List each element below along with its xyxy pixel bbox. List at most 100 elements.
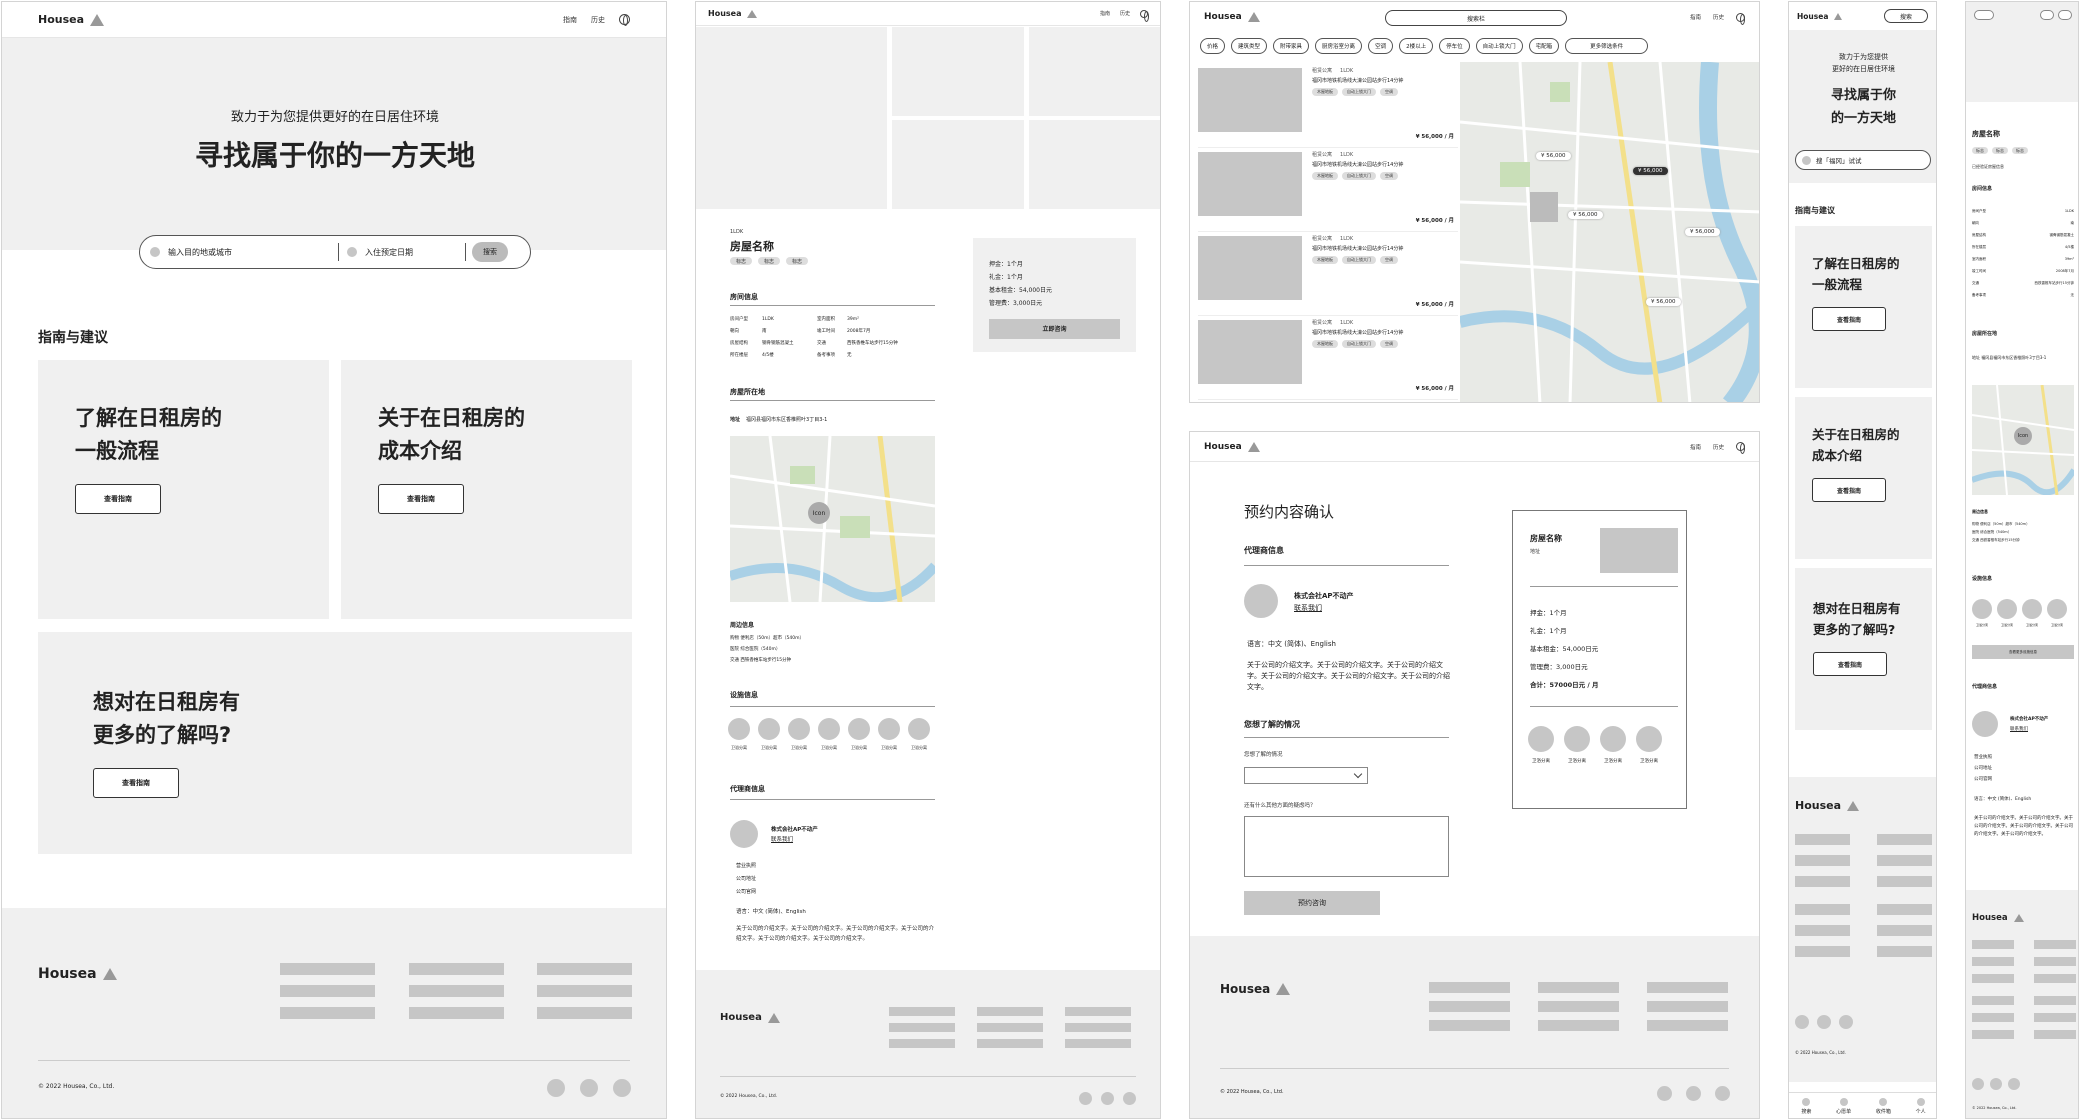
- footer-link[interactable]: [1065, 1039, 1131, 1048]
- agent-item[interactable]: 公司地址: [736, 873, 756, 886]
- agent-item[interactable]: 公司官网: [736, 886, 756, 899]
- social-icon[interactable]: [1817, 1015, 1831, 1029]
- more-facilities-button[interactable]: 查看更多设施信息: [1972, 645, 2074, 659]
- footer-link[interactable]: [1972, 996, 2014, 1005]
- logo[interactable]: Housea: [1797, 12, 1843, 21]
- filter-chip[interactable]: 停车位: [1439, 38, 1470, 54]
- footer-link[interactable]: [280, 1007, 375, 1019]
- price-pin[interactable]: ¥ 56,000: [1536, 152, 1571, 160]
- view-guide-button[interactable]: 查看指南: [378, 484, 464, 514]
- footer-link[interactable]: [1972, 974, 2014, 983]
- footer-link[interactable]: [537, 1007, 632, 1019]
- footer-link[interactable]: [889, 1039, 955, 1048]
- listing-card[interactable]: 租赁公寓 1LDK 福冈市地铁机场线大濠公园站步行14分钟 木屋地板 自动上锁大门 空调 ¥…: [1198, 316, 1458, 400]
- footer-link[interactable]: [1065, 1023, 1131, 1032]
- photo-thumb[interactable]: [1029, 27, 1160, 116]
- social-icon[interactable]: [580, 1079, 598, 1097]
- view-guide-button[interactable]: 查看指南: [1813, 652, 1887, 676]
- footer-link[interactable]: [2034, 996, 2076, 1005]
- nav-guide[interactable]: 指南: [1690, 13, 1701, 21]
- footer-link[interactable]: [409, 1007, 504, 1019]
- footer-link[interactable]: [409, 985, 504, 997]
- footer-link[interactable]: [537, 963, 632, 975]
- footer-link[interactable]: [2034, 940, 2076, 949]
- destination-input[interactable]: 输入目的地或城市: [168, 247, 338, 258]
- listing-card[interactable]: 租赁公寓 1LDK 福冈市地铁机场线大濠公园站步行14分钟 木屋地板 自动上锁大门 空调 ¥…: [1198, 232, 1458, 316]
- footer-link[interactable]: [1972, 1013, 2014, 1022]
- agent-item[interactable]: 公司官网: [1974, 774, 1992, 785]
- filter-chip[interactable]: 价格: [1200, 38, 1226, 54]
- social-icon[interactable]: [1101, 1092, 1114, 1105]
- filter-chip[interactable]: 附带家具: [1273, 38, 1310, 54]
- social-icon[interactable]: [1079, 1092, 1092, 1105]
- social-icon[interactable]: [2008, 1078, 2020, 1090]
- footer-link[interactable]: [1795, 925, 1850, 936]
- footer-link[interactable]: [409, 963, 504, 975]
- tab-item[interactable]: 搜索: [1801, 1093, 1811, 1118]
- search-input[interactable]: 搜「福冈」试试: [1795, 150, 1931, 170]
- footer-link[interactable]: [1429, 1001, 1510, 1012]
- globe-icon[interactable]: [619, 14, 630, 26]
- logo[interactable]: Housea: [708, 9, 758, 18]
- footer-link[interactable]: [977, 1039, 1043, 1048]
- photo-gallery[interactable]: [1966, 2, 2078, 102]
- location-map[interactable]: Icon: [730, 436, 935, 602]
- filter-chip[interactable]: 更多筛选条件: [1565, 38, 1649, 54]
- photo-main[interactable]: [696, 27, 887, 209]
- listing-card[interactable]: 租赁公寓 1LDK 福冈市地铁机场线大濠公园站步行14分钟 木屋地板 自动上锁大门 空调 ¥…: [1198, 148, 1458, 232]
- social-icon[interactable]: [1686, 1086, 1701, 1101]
- footer-link[interactable]: [1795, 946, 1850, 957]
- filter-chip[interactable]: 宅配箱: [1528, 38, 1560, 54]
- contact-link[interactable]: 联系我们: [771, 835, 793, 843]
- agent-item[interactable]: 营业执照: [1974, 752, 1992, 763]
- location-map[interactable]: Icon: [1972, 385, 2074, 495]
- nav-history[interactable]: 历史: [1713, 13, 1724, 21]
- nav-history[interactable]: 历史: [1713, 443, 1724, 451]
- listing-card[interactable]: 租赁公寓 1LDK 福冈市地铁机场线大濠公园站步行14分钟 木屋地板 自动上锁大门 空调 ¥…: [1198, 64, 1458, 148]
- contact-link[interactable]: 联系我们: [1294, 603, 1322, 613]
- nav-history[interactable]: 历史: [591, 15, 605, 25]
- filter-chip[interactable]: 自动上锁大门: [1475, 38, 1523, 54]
- footer-link[interactable]: [2034, 974, 2076, 983]
- footer-link[interactable]: [280, 963, 375, 975]
- contact-link[interactable]: 联系我们: [2010, 726, 2028, 732]
- tab-item[interactable]: 个人: [1916, 1093, 1926, 1118]
- filter-chip[interactable]: 建筑类型: [1231, 38, 1268, 54]
- filter-chip[interactable]: 空调: [1368, 38, 1394, 54]
- footer-link[interactable]: [889, 1007, 955, 1016]
- nav-guide[interactable]: 指南: [563, 15, 577, 25]
- back-button[interactable]: [1974, 10, 1994, 20]
- view-guide-button[interactable]: 查看指南: [75, 484, 161, 514]
- social-icon[interactable]: [1715, 1086, 1730, 1101]
- footer-link[interactable]: [1795, 834, 1850, 845]
- filter-chip[interactable]: 厨房浴室分离: [1315, 38, 1363, 54]
- search-button[interactable]: 搜索: [472, 242, 508, 262]
- social-icon[interactable]: [1972, 1078, 1984, 1090]
- logo[interactable]: Housea: [38, 13, 105, 26]
- footer-link[interactable]: [1877, 834, 1932, 845]
- nav-history[interactable]: 历史: [1120, 10, 1130, 17]
- social-icon[interactable]: [547, 1079, 565, 1097]
- footer-link[interactable]: [537, 985, 632, 997]
- share-button[interactable]: [2040, 10, 2054, 20]
- footer-link[interactable]: [1795, 904, 1850, 915]
- logo[interactable]: Housea: [1204, 12, 1260, 22]
- date-input[interactable]: 入住预定日期: [365, 247, 465, 258]
- footer-link[interactable]: [1877, 855, 1932, 866]
- want-select[interactable]: [1244, 767, 1368, 784]
- footer-link[interactable]: [2034, 957, 2076, 966]
- photo-thumb[interactable]: [892, 120, 1024, 209]
- other-textarea[interactable]: [1244, 816, 1449, 877]
- agent-item[interactable]: 公司地址: [1974, 763, 1992, 774]
- social-icon[interactable]: [1990, 1078, 2002, 1090]
- footer-link[interactable]: [1795, 876, 1850, 887]
- footer-link[interactable]: [977, 1007, 1043, 1016]
- photo-thumb[interactable]: [1029, 120, 1160, 209]
- social-icon[interactable]: [1839, 1015, 1853, 1029]
- view-guide-button[interactable]: 查看指南: [93, 768, 179, 798]
- social-icon[interactable]: [613, 1079, 631, 1097]
- globe-icon[interactable]: [1736, 12, 1745, 25]
- footer-link[interactable]: [2034, 1013, 2076, 1022]
- footer-link[interactable]: [1972, 957, 2014, 966]
- footer-link[interactable]: [1795, 855, 1850, 866]
